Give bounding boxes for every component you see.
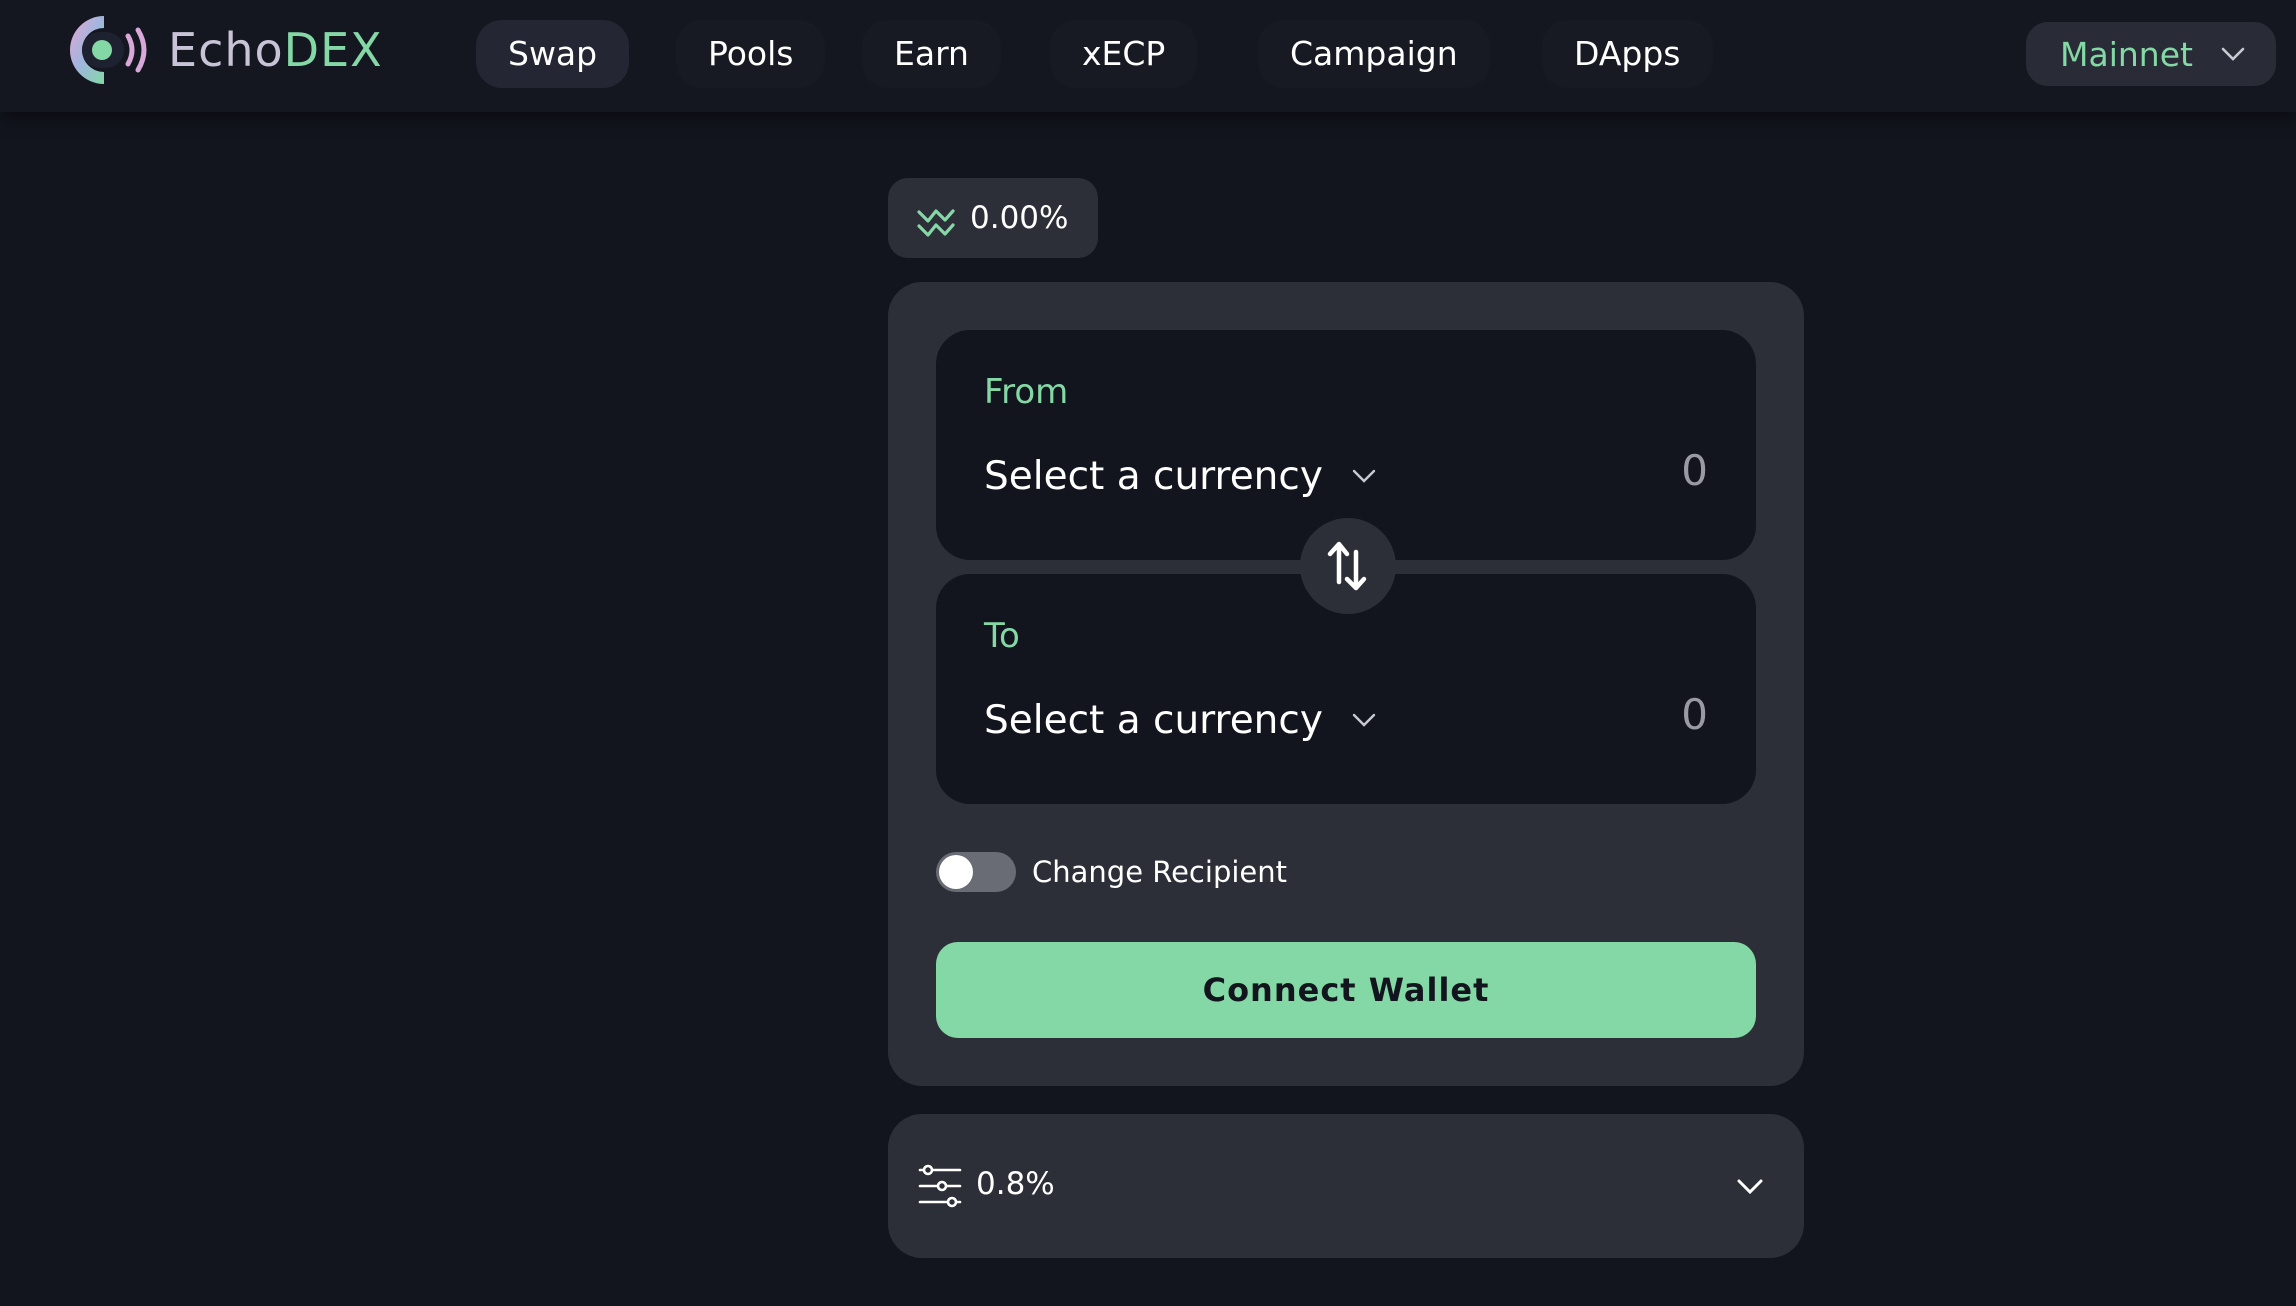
- nav-pools[interactable]: Pools: [676, 20, 826, 88]
- from-currency-text: Select a currency: [984, 453, 1323, 499]
- from-label: From: [984, 372, 1069, 412]
- nav-earn[interactable]: Earn: [862, 20, 1001, 88]
- swap-direction-button[interactable]: [1300, 518, 1396, 614]
- change-recipient-label: Change Recipient: [1032, 855, 1287, 889]
- swap-card: From Select a currency 0 To Select a cur…: [888, 282, 1804, 1086]
- to-currency-select[interactable]: Select a currency: [984, 690, 1377, 750]
- toggle-knob: [939, 855, 973, 889]
- echodex-logo-icon: [69, 15, 147, 84]
- slippage-settings[interactable]: 0.8%: [888, 1114, 1804, 1258]
- chevron-down-icon[interactable]: [1736, 1176, 1764, 1196]
- nav-xecp[interactable]: xECP: [1050, 20, 1198, 88]
- chevron-down-icon: [1352, 469, 1376, 483]
- top-navbar: EchoDEX Swap Pools Earn xECP Campaign DA…: [0, 0, 2296, 112]
- network-label: Mainnet: [2060, 34, 2193, 74]
- price-impact-icon: [917, 209, 955, 237]
- slippage-value: 0.8%: [976, 1166, 1055, 1202]
- price-impact-chip[interactable]: 0.00%: [888, 178, 1098, 258]
- brand-logo[interactable]: EchoDEX: [64, 10, 383, 90]
- nav-campaign[interactable]: Campaign: [1258, 20, 1490, 88]
- to-currency-text: Select a currency: [984, 697, 1323, 743]
- network-selector[interactable]: Mainnet: [2026, 22, 2276, 86]
- swap-arrows-icon: [1327, 541, 1367, 591]
- nav-swap[interactable]: Swap: [476, 20, 630, 88]
- brand-wordmark: EchoDEX: [168, 23, 383, 77]
- chevron-down-icon: [2221, 47, 2245, 61]
- brand-name-dex: DEX: [283, 23, 383, 77]
- to-amount-input[interactable]: 0: [1681, 690, 1708, 739]
- chevron-down-icon: [1352, 713, 1376, 727]
- change-recipient-row: Change Recipient: [936, 852, 1287, 892]
- sliders-icon: [918, 1164, 962, 1208]
- change-recipient-toggle[interactable]: [936, 852, 1016, 892]
- to-label: To: [984, 616, 1020, 656]
- connect-wallet-button[interactable]: Connect Wallet: [936, 942, 1756, 1038]
- nav-dapps[interactable]: DApps: [1542, 20, 1713, 88]
- brand-name-echo: Echo: [168, 23, 284, 77]
- from-amount-input[interactable]: 0: [1681, 446, 1708, 495]
- from-currency-select[interactable]: Select a currency: [984, 446, 1377, 506]
- price-impact-value: 0.00%: [970, 200, 1069, 236]
